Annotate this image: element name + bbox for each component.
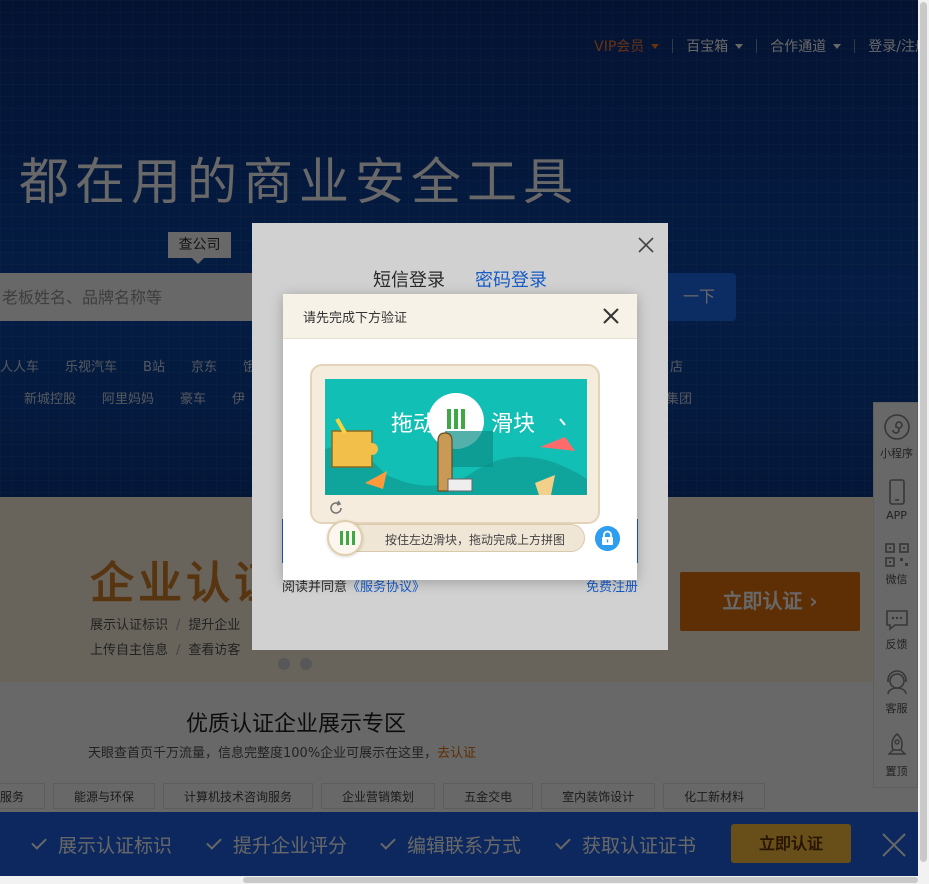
captcha-header: 请先完成下方验证 <box>283 294 637 339</box>
scrollbar-thumb[interactable] <box>920 2 927 862</box>
slider-track: 按住左边滑块，拖动完成上方拼图 <box>328 524 585 552</box>
puzzle-image: 拖动 滑块 <box>325 379 587 495</box>
refresh-icon[interactable] <box>328 500 344 516</box>
horizontal-scrollbar[interactable] <box>0 876 918 884</box>
captcha-title: 请先完成下方验证 <box>303 311 408 326</box>
vertical-scrollbar[interactable] <box>918 0 929 884</box>
grip-icon <box>340 531 355 545</box>
puzzle-text: 滑块 <box>491 412 535 437</box>
lock-icon <box>595 526 620 551</box>
close-icon[interactable] <box>601 306 621 326</box>
puzzle-frame: 拖动 滑块 <box>310 364 600 524</box>
puzzle-text: 拖动 <box>391 412 435 437</box>
slider-hint: 按住左边滑块，拖动完成上方拼图 <box>385 533 566 547</box>
scrollbar-thumb[interactable] <box>243 877 918 883</box>
puzzle-illustration: 拖动 滑块 <box>325 379 587 495</box>
slider-handle[interactable] <box>327 520 363 556</box>
captcha-modal: 请先完成下方验证 拖动 滑块 按住左边滑块，拖动完成上方拼图 <box>283 294 637 580</box>
